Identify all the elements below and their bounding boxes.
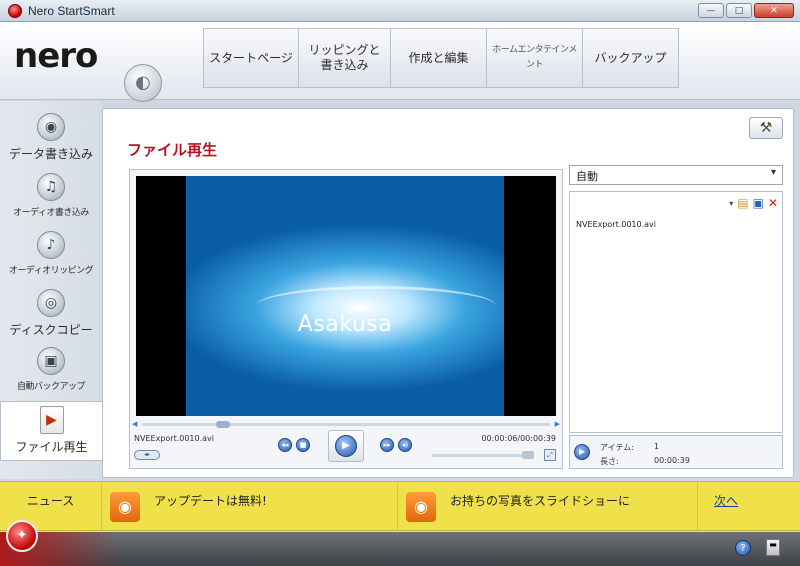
fullscreen-icon[interactable]: ⤢ xyxy=(544,449,556,461)
prev-icon[interactable]: ◂◂ xyxy=(278,438,292,452)
status-bar: ✦ ? ▬ xyxy=(0,520,800,566)
rss-icon: ◉ xyxy=(406,492,436,522)
sidebar-item-label: オーディオ書き込み xyxy=(13,208,89,218)
page-title: ファイル再生 xyxy=(127,141,218,159)
news-item-text[interactable]: お持ちの写真をスライドショーに xyxy=(450,492,630,509)
news-bar: ニュース ◉ アップデートは無料! ◉ お持ちの写真をスライドショーに 次へ xyxy=(0,481,800,531)
loop-toggle[interactable]: ◂▸ xyxy=(134,450,160,460)
volume-thumb[interactable] xyxy=(522,451,534,459)
maximize-button[interactable]: □ xyxy=(726,3,752,18)
save-icon[interactable]: ▬ xyxy=(766,539,780,556)
add-file-icon[interactable]: ▤ xyxy=(737,196,748,210)
sidebar: ◉ データ書き込み ♫ オーディオ書き込み ♪ オーディオリッピング ◎ ディス… xyxy=(0,101,102,479)
tab-create-and-edit[interactable]: 作成と編集 xyxy=(391,28,487,88)
save-playlist-icon[interactable]: ▣ xyxy=(753,196,764,210)
length-value: 00:00:39 xyxy=(654,456,690,465)
news-item[interactable]: ◉ お持ちの写真をスライドショーに xyxy=(398,482,698,530)
video-display[interactable]: Asakusa xyxy=(136,176,556,416)
video-caption: Asakusa xyxy=(297,312,393,337)
sidebar-item-file-play[interactable]: ▶ ファイル再生 xyxy=(0,401,102,461)
content-panel: ファイル再生 ⚒ Asakusa ◀ ▶ NVEExport.0010.avi … xyxy=(102,108,794,478)
nero-app-icon xyxy=(8,3,22,18)
sidebar-item-audio-rip[interactable]: ♪ オーディオリッピング xyxy=(0,227,102,285)
nero-orb-icon[interactable]: ◐ xyxy=(124,64,162,102)
items-label: アイテム: xyxy=(600,443,634,452)
playlist-toolbar: ▾ ▤ ▣ ✕ xyxy=(729,196,778,210)
seek-right-arrow-icon[interactable]: ▶ xyxy=(555,420,560,428)
app-header: nero ◐ スタートページ リッピングと 書き込み 作成と編集 ホームエンタテ… xyxy=(0,22,800,102)
news-item[interactable]: ◉ アップデートは無料! xyxy=(102,482,398,530)
remove-item-icon[interactable]: ✕ xyxy=(768,196,778,210)
play-icon: ▶ xyxy=(335,435,357,457)
sidebar-item-label: 自動バックアップ xyxy=(16,382,86,392)
play-file-icon: ▶ xyxy=(39,406,64,434)
playlist-mode-value: 自動 xyxy=(576,170,598,183)
tools-hammer-button[interactable]: ⚒ xyxy=(749,117,783,139)
playlist-info: ▶ アイテム: 1 長さ: 00:00:39 xyxy=(569,435,783,469)
sidebar-item-auto-backup[interactable]: ▣ 自動バックアップ xyxy=(0,343,102,401)
sidebar-item-label: データ書き込み xyxy=(8,147,93,161)
window-title: Nero StartSmart xyxy=(28,3,115,18)
minimize-button[interactable]: — xyxy=(698,3,724,18)
sidebar-item-data-burn[interactable]: ◉ データ書き込み xyxy=(0,109,102,167)
playlist-item[interactable]: NVEExport.0010.avi xyxy=(576,220,656,229)
length-label: 長さ: xyxy=(600,457,619,466)
seek-left-arrow-icon[interactable]: ◀ xyxy=(132,420,137,428)
seek-track[interactable] xyxy=(142,423,550,426)
main-nav-tabs: スタートページ リッピングと 書き込み 作成と編集 ホームエンタテインメント バ… xyxy=(203,28,679,88)
music-note-icon: ♫ xyxy=(37,173,65,201)
mute-icon[interactable]: ◂) xyxy=(398,438,412,452)
tab-rip-and-burn[interactable]: リッピングと 書き込み xyxy=(299,28,391,88)
volume-track[interactable] xyxy=(432,454,532,457)
window-controls: — □ ✕ xyxy=(698,3,794,18)
tab-start-page[interactable]: スタートページ xyxy=(203,28,299,88)
close-button[interactable]: ✕ xyxy=(754,3,794,18)
seek-thumb[interactable] xyxy=(216,421,230,428)
rss-icon: ◉ xyxy=(110,492,140,522)
playlist: ▾ ▤ ▣ ✕ NVEExport.0010.avi xyxy=(569,191,783,433)
playlist-info-icon[interactable]: ▶ xyxy=(574,444,590,460)
next-icon[interactable]: ▸▸ xyxy=(380,438,394,452)
current-file-name: NVEExport.0010.avi xyxy=(134,434,215,443)
tab-home-entertainment[interactable]: ホームエンタテインメント xyxy=(487,28,583,88)
time-display: 00:00:06/00:00:39 xyxy=(481,434,556,443)
news-item-text[interactable]: アップデートは無料! xyxy=(154,492,267,509)
chevron-down-icon: ▾ xyxy=(770,167,776,178)
playlist-mode-select[interactable]: 自動 ▾ xyxy=(569,165,783,185)
nero-orb-button-icon[interactable]: ✦ xyxy=(6,520,38,552)
media-player: Asakusa ◀ ▶ NVEExport.0010.avi ◂▸ ◂◂ ■ ▶… xyxy=(129,169,563,469)
play-button[interactable]: ▶ xyxy=(328,430,364,462)
sidebar-item-label: オーディオリッピング xyxy=(8,266,94,276)
seek-bar[interactable]: ◀ ▶ xyxy=(130,420,562,428)
player-controls: NVEExport.0010.avi ◂▸ ◂◂ ■ ▶ ▸▸ ◂) 00:00… xyxy=(130,428,562,468)
audio-rip-icon: ♪ xyxy=(37,231,65,259)
hammer-icon: ⚒ xyxy=(759,120,773,136)
items-count: 1 xyxy=(654,442,660,451)
title-bar: Nero StartSmart — □ ✕ xyxy=(0,0,800,22)
stop-icon[interactable]: ■ xyxy=(296,438,310,452)
sidebar-item-label: ファイル再生 xyxy=(15,440,88,454)
sidebar-item-audio-burn[interactable]: ♫ オーディオ書き込み xyxy=(0,169,102,227)
help-icon[interactable]: ? xyxy=(735,540,751,556)
backup-icon: ▣ xyxy=(37,347,65,375)
tab-backup[interactable]: バックアップ xyxy=(583,28,679,88)
playlist-menu-icon[interactable]: ▾ xyxy=(729,199,733,208)
news-next-link[interactable]: 次へ xyxy=(714,492,738,509)
video-frame: Asakusa xyxy=(186,176,504,416)
nero-logo: nero xyxy=(14,36,98,76)
disc-icon: ◉ xyxy=(37,113,65,141)
sidebar-item-disc-copy[interactable]: ◎ ディスクコピー xyxy=(0,285,102,343)
sidebar-item-label: ディスクコピー xyxy=(9,323,93,337)
disc-copy-icon: ◎ xyxy=(37,289,65,317)
